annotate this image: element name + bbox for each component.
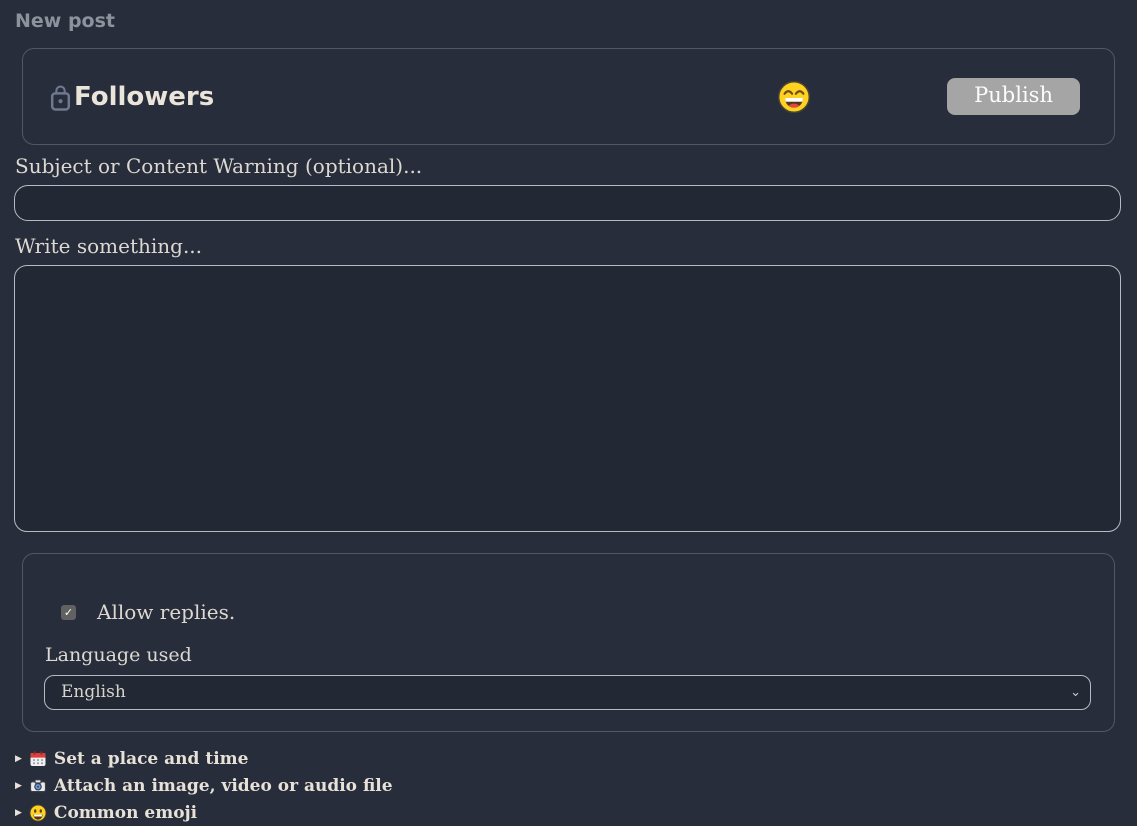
new-post-page: New post Followers (0, 0, 1137, 824)
disclosure-triangle-icon: ▶ (15, 754, 22, 764)
publish-button[interactable]: Publish (947, 78, 1080, 115)
allow-replies-row: ✓ Allow replies. (61, 599, 1093, 625)
emoji-button[interactable] (777, 80, 811, 114)
attach-media-summary[interactable]: ▶ Attach an image, video or audio file (15, 772, 1123, 799)
smiley-icon (29, 804, 47, 822)
content-label: Write something... (15, 233, 1123, 259)
set-place-time-summary[interactable]: ▶ Set a place and time (15, 745, 1123, 772)
language-select[interactable]: English ⌄ (44, 675, 1091, 710)
language-used-label: Language used (45, 642, 1093, 668)
collapsed-options-list: ▶ Set a place and time ▶ Attach (15, 745, 1123, 826)
subject-label: Subject or Content Warning (optional)... (15, 153, 1123, 179)
disclosure-triangle-icon: ▶ (15, 781, 22, 791)
disclosure-triangle-icon: ▶ (15, 808, 22, 818)
composer-header-card: Followers Publish (22, 48, 1115, 145)
allow-replies-label: Allow replies. (97, 600, 235, 624)
set-place-time-label: Set a place and time (54, 749, 249, 769)
attach-media-label: Attach an image, video or audio file (54, 776, 393, 796)
post-options-card: ✓ Allow replies. Language used English ⌄ (22, 553, 1115, 732)
chevron-down-icon: ⌄ (1070, 684, 1081, 699)
subject-input[interactable] (14, 185, 1121, 221)
common-emoji-label: Common emoji (54, 803, 197, 823)
post-scope-selector[interactable]: Followers (50, 82, 214, 112)
camera-icon (29, 777, 47, 795)
lock-icon (50, 83, 71, 111)
allow-replies-checkbox[interactable]: ✓ (61, 605, 76, 620)
post-content-textarea[interactable] (14, 265, 1121, 532)
grinning-face-smiling-eyes-emoji-icon (777, 80, 811, 114)
post-scope-label: Followers (74, 82, 214, 112)
language-selected-value: English (61, 682, 126, 702)
page-title: New post (15, 10, 1123, 32)
calendar-icon (29, 750, 47, 768)
common-emoji-summary[interactable]: ▶ Common emoji (15, 799, 1123, 826)
